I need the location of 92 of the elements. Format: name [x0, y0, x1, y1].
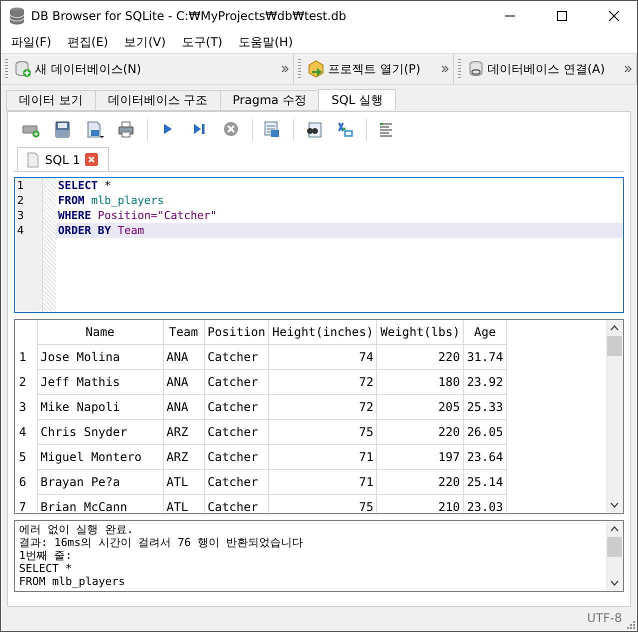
message-line: 1번째 줄: [19, 549, 73, 562]
message-line: FROM mlb_players [19, 575, 126, 588]
scroll-thumb[interactable] [607, 336, 622, 356]
column-header[interactable]: Height(inches) [268, 320, 377, 344]
table-cell: 220 [376, 344, 464, 369]
message-line: SELECT * [19, 562, 73, 575]
table-cell: 25.14 [463, 469, 507, 494]
table-cell: 71 [268, 444, 377, 469]
table-cell: 26.05 [463, 419, 507, 444]
database-icon [9, 7, 25, 25]
table-cell: 25.33 [463, 394, 507, 419]
row-number[interactable]: 5 [15, 444, 37, 469]
table-cell: ANA [163, 344, 204, 369]
table-cell: Catcher [204, 344, 269, 369]
scrollbar[interactable] [606, 320, 623, 513]
scroll-thumb[interactable] [607, 537, 622, 557]
column-header[interactable]: Weight(lbs) [376, 320, 464, 344]
document-icon [26, 152, 40, 168]
table-cell: Miguel Montero [37, 444, 163, 469]
table-cell: Jeff Mathis [37, 369, 163, 394]
table-cell: Mike Napoli [37, 394, 163, 419]
table-cell: 31.74 [463, 344, 507, 369]
line-number: 3 [16, 208, 25, 223]
column-header[interactable]: Team [163, 320, 204, 344]
table-cell: 23.92 [463, 369, 507, 394]
line-number: 1 [16, 178, 25, 193]
toolbar-button[interactable]: 프로젝트 열기(P) [305, 58, 441, 80]
maximize-icon[interactable] [557, 11, 567, 21]
column-header[interactable]: Name [37, 320, 163, 344]
table-cell: ANA [163, 394, 204, 419]
table-cell: ANA [163, 369, 204, 394]
table-cell: Catcher [204, 444, 269, 469]
menu-item[interactable]: 편집(E) [59, 31, 116, 53]
table-cell: Jose Molina [37, 344, 163, 369]
column-header[interactable]: Age [463, 320, 507, 344]
box-arrow-icon [307, 60, 326, 78]
menu-item[interactable]: 보기(V) [116, 31, 174, 53]
scrollbar[interactable] [606, 521, 623, 591]
resize-grip-icon[interactable] [625, 619, 635, 629]
table-cell: 71 [268, 469, 377, 494]
table-cell: 220 [376, 469, 464, 494]
code-line: SELECT * [57, 178, 112, 193]
row-number[interactable]: 6 [15, 469, 37, 494]
toolbar-button[interactable]: 데이터베이스 연결(A) [464, 58, 624, 80]
table-cell: 72 [268, 394, 377, 419]
editor-tab[interactable]: SQL 1 [17, 147, 110, 171]
line-number: 4 [16, 223, 25, 238]
row-number[interactable]: 4 [15, 419, 37, 444]
table-cell: 74 [268, 344, 377, 369]
row-number[interactable]: 1 [15, 344, 37, 369]
chevron-icon[interactable] [440, 65, 449, 73]
code-line: FROM mlb_players [57, 193, 165, 208]
table-cell: Catcher [204, 394, 269, 419]
menu-item[interactable]: 파일(F) [3, 31, 60, 53]
row-number[interactable]: 7 [15, 494, 37, 513]
toolbar-button[interactable]: 새 데이터베이스(N) [12, 58, 282, 80]
table-cell: 75 [268, 419, 377, 444]
table-cell: 72 [268, 369, 377, 394]
tab[interactable]: SQL 실행 [318, 89, 396, 110]
chevron-icon[interactable] [624, 65, 632, 73]
row-number[interactable]: 3 [15, 394, 37, 419]
table-cell: 197 [376, 444, 464, 469]
close-icon[interactable] [609, 11, 619, 21]
window-title: DB Browser for SQLite - C:₩MyProjects₩db₩test.db [31, 9, 348, 23]
chevron-icon[interactable] [281, 65, 290, 73]
table-cell: Catcher [204, 369, 269, 394]
row-number[interactable]: 2 [15, 369, 37, 394]
menu-item[interactable]: 도움말(H) [230, 31, 301, 53]
line-number: 2 [16, 193, 25, 208]
table-cell: 180 [376, 369, 464, 394]
sql-editor[interactable]: 1 2 3 4 SELECT * FROM mlb_players WHERE Position="Catcher" ORDER BY Team [14, 177, 624, 313]
table-cell: Chris Snyder [37, 419, 163, 444]
tab[interactable]: 데이터베이스 구조 [94, 90, 221, 111]
database-add-icon [14, 60, 32, 78]
table-cell: ARZ [163, 444, 204, 469]
encoding-label: UTF-8 [587, 611, 622, 625]
table-cell: ATL [163, 469, 204, 494]
table-cell: Brayan Pe?a [37, 469, 163, 494]
tab[interactable]: 데이터 보기 [6, 90, 96, 111]
table-cell: Catcher [204, 469, 269, 494]
table-cell: 205 [376, 394, 464, 419]
tab[interactable]: Pragma 수정 [220, 90, 320, 111]
menu-item[interactable]: 도구(T) [174, 31, 230, 53]
database-link-icon [466, 60, 485, 78]
message-line: 에러 없이 실행 완료. [19, 523, 134, 536]
code-line: WHERE Position="Catcher" [57, 208, 218, 223]
table-cell: Catcher [204, 419, 269, 444]
column-header[interactable]: Position [204, 320, 269, 344]
table-cell: 23.64 [463, 444, 507, 469]
table-cell: 220 [376, 419, 464, 444]
table-cell: ARZ [163, 419, 204, 444]
message-line: 결과: 16ms의 시간이 걸려서 76 행이 반환되었습니다 [19, 536, 304, 549]
